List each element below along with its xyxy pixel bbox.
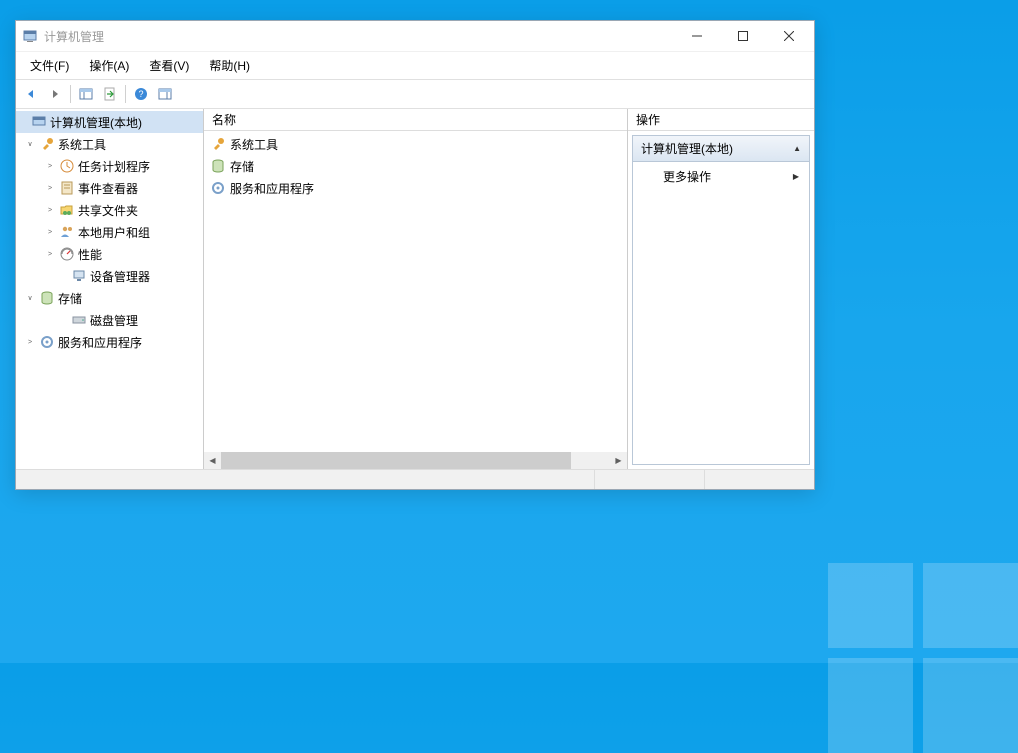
tree-twisty-closed[interactable]: > <box>44 163 56 170</box>
tree-label: 计算机管理(本地) <box>50 114 142 131</box>
collapse-arrow-icon[interactable]: ▲ <box>793 144 801 153</box>
back-button[interactable] <box>20 83 42 105</box>
app-icon <box>22 28 38 44</box>
tree-twisty-closed[interactable]: > <box>24 339 36 346</box>
scroll-thumb[interactable] <box>221 452 571 469</box>
menu-view[interactable]: 查看(V) <box>139 54 199 77</box>
minimize-button[interactable] <box>674 21 720 51</box>
tools-icon <box>210 136 226 152</box>
actions-header-label: 操作 <box>636 111 660 128</box>
tree-node-local-users[interactable]: > 本地用户和组 <box>16 221 203 243</box>
list-item-label: 存储 <box>230 158 254 175</box>
services-icon <box>39 334 55 350</box>
tree-node-system-tools[interactable]: ∨ 系统工具 <box>16 133 203 155</box>
computer-icon <box>31 114 47 130</box>
titlebar[interactable]: 计算机管理 <box>16 21 814 51</box>
tree-label: 共享文件夹 <box>78 202 138 219</box>
tools-icon <box>39 136 55 152</box>
tree-twisty-closed[interactable]: > <box>44 185 56 192</box>
tree-label: 性能 <box>78 246 102 263</box>
export-button[interactable] <box>99 83 121 105</box>
tree-label: 服务和应用程序 <box>58 334 142 351</box>
close-button[interactable] <box>766 21 812 51</box>
show-hide-tree-button[interactable] <box>75 83 97 105</box>
event-log-icon <box>59 180 75 196</box>
tree-label: 事件查看器 <box>78 180 138 197</box>
tree-twisty-open[interactable]: ∨ <box>24 141 36 148</box>
performance-icon <box>59 246 75 262</box>
list-item-label: 系统工具 <box>230 136 278 153</box>
tree-twisty-closed[interactable]: > <box>44 207 56 214</box>
status-cell <box>594 470 704 489</box>
users-icon <box>59 224 75 240</box>
submenu-arrow-icon: ▶ <box>793 172 799 181</box>
tree-node-root[interactable]: 计算机管理(本地) <box>16 111 203 133</box>
help-button[interactable]: ? <box>130 83 152 105</box>
maximize-button[interactable] <box>720 21 766 51</box>
scroll-left-button[interactable]: ◀ <box>204 452 221 469</box>
computer-management-window: 计算机管理 文件(F) 操作(A) 查看(V) 帮助(H) <box>15 20 815 490</box>
actions-more-actions[interactable]: 更多操作 ▶ <box>633 162 809 191</box>
storage-icon <box>39 290 55 306</box>
clock-icon <box>59 158 75 174</box>
tree-label: 任务计划程序 <box>78 158 150 175</box>
actions-section-header[interactable]: 计算机管理(本地) ▲ <box>633 136 809 162</box>
list-item-storage[interactable]: 存储 <box>204 155 627 177</box>
show-hide-action-pane-button[interactable] <box>154 83 176 105</box>
list-item-label: 服务和应用程序 <box>230 180 314 197</box>
result-list-panel: 名称 系统工具 存储 <box>204 109 628 469</box>
tree-node-disk-management[interactable]: 磁盘管理 <box>16 309 203 331</box>
tree-twisty-open[interactable]: ∨ <box>24 295 36 302</box>
list-area[interactable]: 系统工具 存储 服务和应用程序 <box>204 131 627 452</box>
actions-section-title: 计算机管理(本地) <box>641 140 733 157</box>
tree-node-shared-folders[interactable]: > 共享文件夹 <box>16 199 203 221</box>
actions-panel-header: 操作 <box>628 109 814 131</box>
tree-node-device-manager[interactable]: 设备管理器 <box>16 265 203 287</box>
window-title: 计算机管理 <box>44 28 674 45</box>
toolbar: ? <box>16 80 814 109</box>
services-icon <box>210 180 226 196</box>
shared-folder-icon <box>59 202 75 218</box>
storage-icon <box>210 158 226 174</box>
forward-button[interactable] <box>44 83 66 105</box>
actions-panel: 操作 计算机管理(本地) ▲ 更多操作 ▶ <box>628 109 814 469</box>
tree-label: 系统工具 <box>58 136 106 153</box>
toolbar-separator <box>70 85 71 103</box>
menu-file[interactable]: 文件(F) <box>20 54 79 77</box>
tree-node-services-apps[interactable]: > 服务和应用程序 <box>16 331 203 353</box>
tree-label: 设备管理器 <box>90 268 150 285</box>
toolbar-separator <box>125 85 126 103</box>
content-area: 计算机管理(本地) ∨ 系统工具 > 任务计划程序 > <box>16 109 814 469</box>
column-header-name[interactable]: 名称 <box>204 109 627 131</box>
menu-help[interactable]: 帮助(H) <box>199 54 260 77</box>
status-cell <box>704 470 814 489</box>
column-header-label: 名称 <box>212 111 236 128</box>
tree-label: 磁盘管理 <box>90 312 138 329</box>
tree-label: 本地用户和组 <box>78 224 150 241</box>
menu-action[interactable]: 操作(A) <box>79 54 139 77</box>
tree-node-performance[interactable]: > 性能 <box>16 243 203 265</box>
tree-twisty-closed[interactable]: > <box>44 251 56 258</box>
device-icon <box>71 268 87 284</box>
tree-node-storage[interactable]: ∨ 存储 <box>16 287 203 309</box>
tree-label: 存储 <box>58 290 82 307</box>
statusbar <box>16 469 814 489</box>
tree-node-task-scheduler[interactable]: > 任务计划程序 <box>16 155 203 177</box>
list-item-services-apps[interactable]: 服务和应用程序 <box>204 177 627 199</box>
scroll-track[interactable] <box>221 452 610 469</box>
tree-twisty-closed[interactable]: > <box>44 229 56 236</box>
tree-node-event-viewer[interactable]: > 事件查看器 <box>16 177 203 199</box>
desktop-windows-logo <box>818 463 1018 663</box>
scroll-right-button[interactable]: ▶ <box>610 452 627 469</box>
disk-icon <box>71 312 87 328</box>
menubar: 文件(F) 操作(A) 查看(V) 帮助(H) <box>16 51 814 80</box>
actions-body: 计算机管理(本地) ▲ 更多操作 ▶ <box>632 135 810 465</box>
svg-text:?: ? <box>138 89 143 99</box>
list-item-system-tools[interactable]: 系统工具 <box>204 133 627 155</box>
horizontal-scrollbar[interactable]: ◀ ▶ <box>204 452 627 469</box>
console-tree-panel[interactable]: 计算机管理(本地) ∨ 系统工具 > 任务计划程序 > <box>16 109 204 469</box>
actions-item-label: 更多操作 <box>663 168 711 185</box>
